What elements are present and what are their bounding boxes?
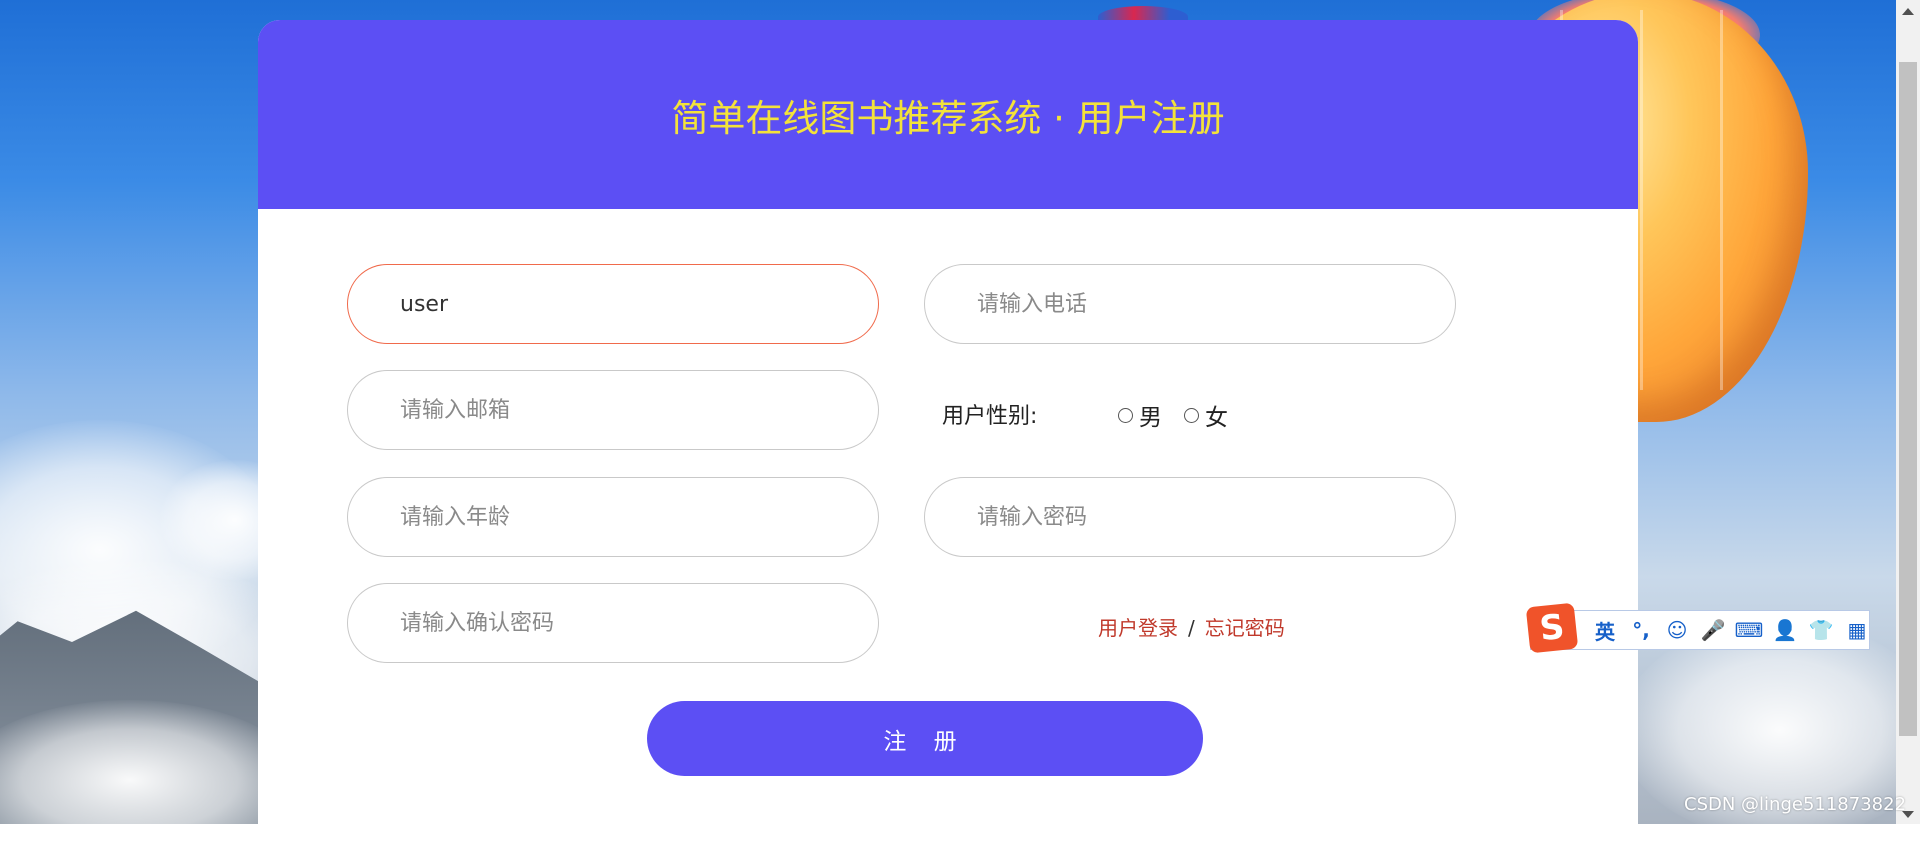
forgot-password-link[interactable]: 忘记密码 <box>1205 616 1285 640</box>
gender-option-male[interactable]: 男 <box>1118 398 1162 432</box>
radio-button[interactable] <box>1184 407 1199 423</box>
keyboard-icon[interactable]: ⌨ <box>1731 618 1767 642</box>
card-header: 简单在线图书推荐系统 · 用户注册 <box>258 20 1638 209</box>
gender-option-female[interactable]: 女 <box>1184 398 1228 432</box>
scroll-up-arrow-icon[interactable] <box>1902 8 1914 15</box>
auth-links: 用户登录 / 忘记密码 <box>1098 612 1285 641</box>
balloon-stripe <box>1720 10 1723 390</box>
user-icon[interactable]: 👤 <box>1767 618 1803 642</box>
email-input[interactable] <box>347 370 879 450</box>
scrollbar-thumb[interactable] <box>1899 62 1917 736</box>
watermark: CSDN @linge511873822 <box>1684 794 1907 815</box>
confirm-password-input[interactable] <box>347 583 879 663</box>
gender-label: 用户性别: <box>942 404 1038 429</box>
gender-option-label: 男 <box>1139 405 1162 431</box>
toolbox-grid-icon[interactable]: ▦ <box>1839 618 1875 642</box>
sogou-logo-icon[interactable]: S <box>1525 602 1579 654</box>
register-card: 简单在线图书推荐系统 · 用户注册 用户性别: 男 女 用户登录 / 忘记密码 注 … <box>258 20 1638 850</box>
radio-button[interactable] <box>1118 407 1133 423</box>
link-separator: / <box>1188 616 1195 640</box>
gender-radio-group: 男 女 <box>1118 398 1250 432</box>
balloon-stripe <box>1640 10 1643 390</box>
gender-option-label: 女 <box>1205 405 1228 431</box>
page-title: 简单在线图书推荐系统 · 用户注册 <box>671 96 1225 140</box>
register-button[interactable]: 注 册 <box>647 701 1203 776</box>
vertical-scrollbar[interactable] <box>1896 0 1920 824</box>
ime-toolbar: S 英 °, ☺ 🎤 ⌨ 👤 👕 ▦ <box>1525 602 1870 654</box>
emoji-icon[interactable]: ☺ <box>1659 618 1695 642</box>
login-link[interactable]: 用户登录 <box>1098 616 1178 640</box>
ime-language-toggle[interactable]: 英 <box>1587 616 1623 645</box>
username-input[interactable] <box>347 264 879 344</box>
ime-punctuation-icon[interactable]: °, <box>1623 618 1659 642</box>
password-input[interactable] <box>924 477 1456 557</box>
skin-shirt-icon[interactable]: 👕 <box>1803 618 1839 642</box>
microphone-icon[interactable]: 🎤 <box>1695 618 1731 642</box>
age-input[interactable] <box>347 477 879 557</box>
phone-input[interactable] <box>924 264 1456 344</box>
